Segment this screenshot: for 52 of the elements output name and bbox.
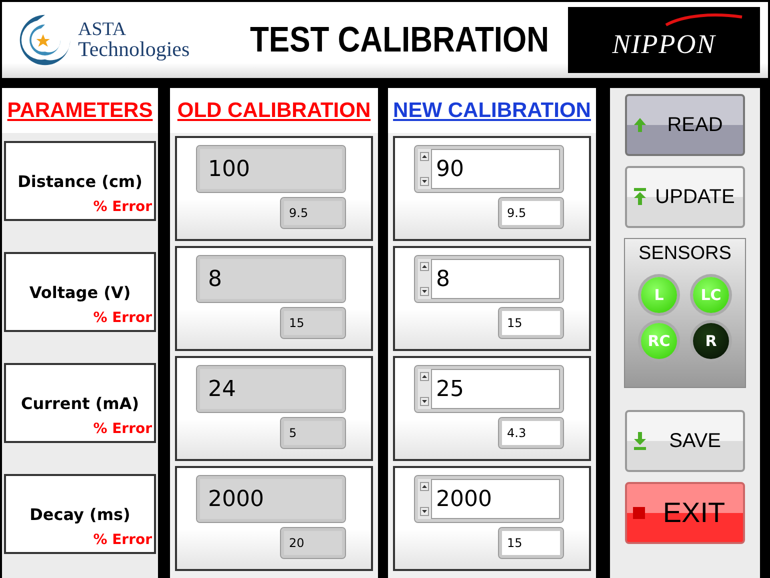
decrement-icon[interactable] [420, 397, 429, 406]
action-button[interactable]: READ [625, 94, 745, 156]
parameter-label: Current (mA) [20, 394, 140, 412]
error-label: % Error [93, 199, 152, 215]
indicator-lamp: L [641, 277, 677, 313]
increment-icon[interactable] [420, 152, 429, 161]
increment-icon[interactable] [420, 372, 429, 381]
error-display: 15 [281, 308, 345, 338]
numeric-spinner[interactable]: 25 [415, 366, 563, 412]
brand-logo: NIPPON [568, 7, 760, 73]
window-title: TEST CALIBRATION [248, 19, 550, 61]
decrement-icon[interactable] [420, 507, 429, 516]
error-label: % Error [93, 532, 152, 548]
parameter-label: Distance (cm) [18, 172, 142, 190]
error-label: % Error [93, 310, 152, 326]
logo-text: Technologies [78, 39, 190, 60]
error-label: % Error [93, 421, 152, 437]
error-field[interactable]: 15 [499, 528, 563, 558]
value-display: 2000 [197, 476, 345, 522]
value-display: 24 [197, 366, 345, 412]
arrow-up-icon [633, 117, 647, 133]
action-button[interactable]: UPDATE [625, 166, 745, 228]
parameter-label: Voltage (V) [29, 282, 131, 302]
arrow-down-bar-icon [633, 432, 647, 450]
indicator-lamp: LC [693, 277, 729, 313]
panel-heading: SENSORS [638, 243, 732, 265]
column-heading: PARAMETERS [7, 98, 153, 122]
numeric-spinner[interactable]: 2000 [415, 476, 563, 522]
logo-text: ASTA [78, 20, 128, 39]
action-button[interactable]: EXIT [625, 482, 745, 544]
error-display: 20 [281, 528, 345, 558]
stop-icon [633, 507, 645, 519]
error-field[interactable]: 15 [499, 308, 563, 338]
numeric-spinner[interactable]: 8 [415, 256, 563, 302]
increment-icon[interactable] [420, 482, 429, 491]
numeric-spinner[interactable]: 90 [415, 146, 563, 192]
error-field[interactable]: 4.3 [499, 418, 563, 448]
indicator-lamp: R [693, 323, 729, 359]
indicator-lamp: RC [641, 323, 677, 359]
increment-icon[interactable] [420, 262, 429, 271]
error-field[interactable]: 9.5 [499, 198, 563, 228]
column-heading: NEW CALIBRATION [393, 98, 591, 122]
column-heading: OLD CALIBRATION [177, 98, 371, 122]
decrement-icon[interactable] [420, 177, 429, 186]
error-display: 5 [281, 418, 345, 448]
parameter-label: Decay (ms) [30, 504, 130, 524]
decrement-icon[interactable] [420, 287, 429, 296]
value-display: 8 [197, 256, 345, 302]
arrow-up-bar-icon [633, 188, 647, 206]
error-display: 9.5 [281, 198, 345, 228]
action-button[interactable]: SAVE [625, 410, 745, 472]
value-display: 100 [197, 146, 345, 192]
